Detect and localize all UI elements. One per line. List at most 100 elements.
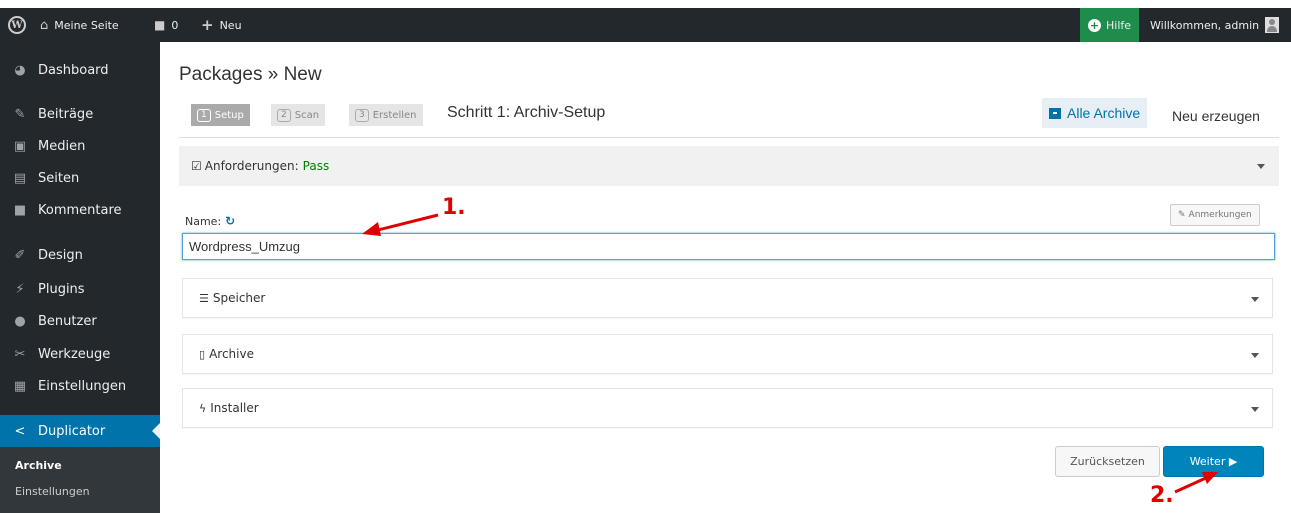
chevron-down-icon [1257,164,1265,169]
step-number: 2 [277,108,291,122]
step-title: Schritt 1: Archiv-Setup [447,104,606,121]
panel-label: Speicher [212,291,266,305]
chevron-down-icon [1251,353,1259,358]
divider [179,137,1279,138]
chevron-down-icon [1251,407,1259,412]
new-content-link[interactable]: + Neu [201,8,242,42]
account-menu[interactable]: Willkommen, admin [1150,8,1280,42]
avatar [1265,17,1280,33]
admin-sidebar: ◕ Dashboard ✎ Beiträge ▣ Medien ▤ Seiten… [0,42,160,513]
page-title: Packages » New [179,64,322,85]
sidebar-item-label: Werkzeuge [38,346,111,362]
chevron-down-icon [1251,297,1259,302]
comments-link[interactable]: ■ 0 [154,8,178,42]
step-number: 1 [197,108,211,122]
admin-bar: W ⌂ Meine Seite ■ 0 + Neu + Hilfe Willko… [0,8,1291,42]
archive-box-icon [1049,107,1061,119]
comments-count: 0 [171,18,179,32]
step-setup: 1 Setup [191,104,250,126]
sidebar-item-label: Plugins [38,281,85,297]
all-archives-button[interactable]: Alle Archive [1042,98,1148,128]
checkbox-icon: ☑ [191,159,202,173]
sidebar-item-label: Seiten [38,170,80,186]
step-label: Setup [214,109,244,121]
refresh-icon[interactable]: ↻ [225,214,235,228]
step-erstellen: 3 Erstellen [349,104,423,126]
site-name: Meine Seite [54,18,119,32]
step-label: Scan [294,109,320,121]
sidebar-item-label: Duplicator [38,423,106,439]
home-icon: ⌂ [40,17,49,33]
sidebar-item-plugins[interactable]: ⚡ Plugins [0,273,160,305]
wrench-icon: ✂ [14,346,26,362]
step-label: Erstellen [372,109,417,121]
plugin-icon: ⚡ [15,281,25,297]
notes-button[interactable]: ✎ Anmerkungen [1170,204,1260,226]
notes-button-label: Anmerkungen [1188,210,1252,220]
plus-icon: + [201,16,214,34]
sidebar-item-seiten[interactable]: ▤ Seiten [0,162,160,194]
sidebar-item-label: Medien [38,138,86,154]
user-icon: ● [14,313,26,329]
sidebar-item-dashboard[interactable]: ◕ Dashboard [0,54,160,86]
sidebar-item-label: Kommentare [38,202,122,218]
sidebar-item-label: Design [38,247,83,263]
panel-label: Archive [209,347,254,361]
sidebar-item-label: Beiträge [38,106,94,122]
panel-archive[interactable]: ▯ Archive [182,334,1273,374]
panel-installer[interactable]: ϟ Installer [182,388,1273,428]
settings-icon: ▦ [13,378,27,394]
share-icon: < [14,423,26,439]
submenu-item-archive[interactable]: Archive [15,459,62,472]
database-icon: ☰ [199,291,209,305]
help-label: Hilfe [1106,18,1132,32]
step-scan: 2 Scan [271,104,326,126]
panel-speicher[interactable]: ☰ Speicher [182,278,1273,318]
new-label: Neu [219,18,242,32]
package-name-input[interactable] [182,233,1275,260]
comment-icon: ■ [154,18,166,32]
sidebar-item-werkzeuge[interactable]: ✂ Werkzeuge [0,338,160,370]
sidebar-item-label: Benutzer [38,313,97,329]
help-icon: + [1088,18,1101,32]
sidebar-item-einstellungen[interactable]: ▦ Einstellungen [0,370,160,402]
pages-icon: ▤ [13,170,27,186]
annotation-label-1: 1. [442,195,466,220]
site-name-link[interactable]: ⌂ Meine Seite [40,8,119,42]
sidebar-item-benutzer[interactable]: ● Benutzer [0,305,160,337]
pin-icon: ✎ [14,106,26,122]
sidebar-item-design[interactable]: ✐ Design [0,239,160,271]
name-label-text: Name: [185,214,222,228]
wordpress-logo-icon: W [8,16,26,34]
sidebar-item-kommentare[interactable]: ■ Kommentare [0,194,160,226]
duplicator-submenu: Archive Einstellungen [0,447,160,513]
edit-icon: ✎ [1178,210,1186,220]
panel-label: Installer [210,401,259,415]
reset-button[interactable]: Zurücksetzen [1055,446,1160,477]
new-create-button[interactable]: Neu erzeugen [1172,108,1260,124]
sidebar-item-label: Einstellungen [38,378,127,394]
dashboard-icon: ◕ [14,62,26,78]
help-button[interactable]: + Hilfe [1080,8,1140,42]
bolt-icon: ϟ [199,401,207,415]
media-icon: ▣ [13,138,27,154]
name-label: Name: ↻ [185,214,235,228]
submenu-item-einstellungen[interactable]: Einstellungen [15,485,90,498]
sidebar-item-beitraege[interactable]: ✎ Beiträge [0,98,160,130]
brush-icon: ✐ [14,247,26,263]
sidebar-item-medien[interactable]: ▣ Medien [0,130,160,162]
main-content: Packages » New 1 Setup 2 Scan 3 Erstelle… [160,42,1291,513]
requirements-label: Anforderungen: [204,159,299,173]
requirements-status: Pass [302,159,330,173]
sidebar-item-label: Dashboard [38,62,109,78]
welcome-text: Willkommen, admin [1150,18,1260,32]
next-button[interactable]: Weiter ▶ [1163,446,1264,477]
annotation-label-2: 2. [1150,483,1174,508]
comment-icon: ■ [13,202,27,218]
step-number: 3 [355,108,369,122]
requirements-panel[interactable]: ☑ Anforderungen: Pass [179,146,1279,186]
wordpress-logo-button[interactable]: W [8,8,26,42]
sidebar-item-duplicator[interactable]: < Duplicator [0,415,160,447]
file-archive-icon: ▯ [199,347,206,361]
all-archives-label: Alle Archive [1067,105,1141,121]
